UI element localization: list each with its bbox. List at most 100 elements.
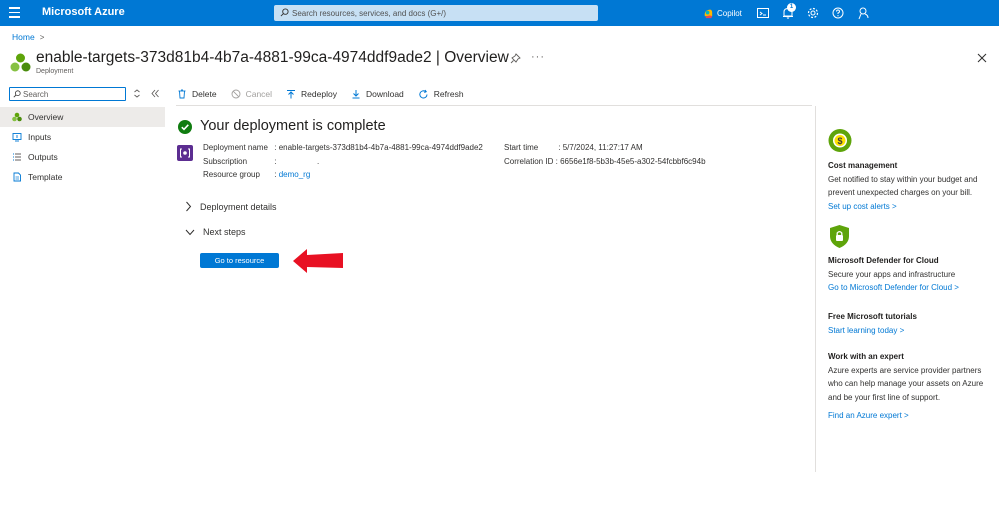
- tutorials-link[interactable]: Start learning today >: [828, 324, 993, 338]
- expand-collapse-icon[interactable]: [133, 89, 141, 98]
- search-icon: [280, 8, 289, 17]
- detail-key: Correlation ID: [504, 157, 554, 166]
- redeploy-label: Redeploy: [301, 89, 337, 99]
- breadcrumb: Home >: [12, 32, 44, 42]
- cost-management-text: Get notified to stay within your budget …: [828, 174, 978, 184]
- hamburger-menu-icon[interactable]: [9, 7, 20, 19]
- cancel-label: Cancel: [245, 89, 273, 99]
- sidebar-item-overview[interactable]: Overview: [0, 107, 165, 127]
- expert-text: and be your first line of support.: [828, 392, 941, 402]
- search-icon: [13, 90, 21, 98]
- copilot-icon: [704, 9, 713, 18]
- defender-card: Microsoft Defender for Cloud Secure your…: [828, 254, 993, 295]
- cancel-icon: [231, 89, 241, 99]
- cancel-button[interactable]: Cancel: [231, 89, 272, 99]
- download-icon: [352, 90, 360, 99]
- delete-button[interactable]: Delete: [177, 89, 217, 99]
- chevron-right-icon: [186, 201, 192, 212]
- sidebar-item-label: Inputs: [28, 132, 52, 142]
- sidebar-item-outputs[interactable]: Outputs: [0, 147, 165, 167]
- detail-key: Subscription: [203, 157, 248, 166]
- cost-management-icon: $: [828, 129, 852, 152]
- nav-search-input[interactable]: [23, 88, 123, 100]
- detail-subscription: Subscription : .: [203, 157, 319, 166]
- refresh-label: Refresh: [433, 89, 464, 99]
- overview-icon: [12, 112, 22, 122]
- next-steps-label: Next steps: [203, 227, 246, 237]
- cost-management-text: prevent unexpected charges on your bill.: [828, 188, 973, 197]
- detail-start-time: Start time : 5/7/2024, 11:27:17 AM: [504, 143, 643, 152]
- toolbar-divider: [176, 105, 812, 106]
- sidebar-item-label: Outputs: [28, 152, 58, 162]
- expert-text: Azure experts are service provider partn…: [828, 365, 982, 375]
- gear-icon[interactable]: [806, 6, 820, 20]
- notification-badge: 1: [787, 3, 796, 12]
- top-bar: Microsoft Azure Copilot 1: [0, 0, 999, 26]
- detail-value: 6656e1f8-5b3b-45e5-a302-54fcbbf6c94b: [560, 157, 706, 166]
- detail-key: Resource group: [203, 170, 260, 179]
- more-options-icon[interactable]: ···: [531, 51, 545, 63]
- chevron-down-icon: [185, 229, 195, 235]
- red-arrow-annotation-icon: [293, 249, 343, 273]
- expert-card: Work with an expert Azure experts are se…: [828, 350, 993, 423]
- sidebar-item-inputs[interactable]: Inputs: [0, 127, 165, 147]
- collapse-menu-icon[interactable]: [151, 89, 159, 98]
- detail-sep: :: [274, 143, 277, 152]
- copilot-label: Copilot: [717, 8, 742, 18]
- close-icon[interactable]: [977, 53, 987, 63]
- detail-key: Deployment name: [203, 143, 268, 152]
- defender-link[interactable]: Go to Microsoft Defender for Cloud >: [828, 281, 993, 295]
- defender-text: Secure your apps and infrastructure: [828, 269, 956, 279]
- deployment-status-heading: Your deployment is complete: [200, 118, 386, 134]
- sidebar-item-label: Template: [28, 172, 63, 182]
- detail-correlation-id: Correlation ID : 6656e1f8-5b3b-45e5-a302…: [504, 157, 706, 166]
- feedback-icon[interactable]: [856, 6, 870, 20]
- help-icon[interactable]: [831, 6, 845, 20]
- sidebar-item-template[interactable]: Template: [0, 167, 165, 187]
- download-button[interactable]: Download: [351, 89, 404, 99]
- pin-icon[interactable]: [510, 53, 521, 64]
- deployment-details-toggle[interactable]: Deployment details: [185, 201, 277, 212]
- detail-key: Start time: [504, 143, 539, 152]
- breadcrumb-separator: >: [39, 32, 45, 42]
- detail-value: enable-targets-373d81b4-4b7a-4881-99ca-4…: [278, 143, 483, 152]
- detail-sep: :: [274, 170, 277, 179]
- svg-text:$: $: [837, 136, 842, 146]
- copilot-button[interactable]: Copilot: [703, 6, 742, 20]
- outputs-icon: [12, 152, 22, 162]
- deployment-resource-icon: [177, 145, 193, 161]
- redeploy-icon: [287, 90, 296, 99]
- detail-sep: :: [274, 157, 277, 166]
- brand-title[interactable]: Microsoft Azure: [42, 6, 125, 18]
- deployment-details-label: Deployment details: [200, 201, 277, 212]
- cost-management-card: Cost management Get notified to stay wit…: [828, 159, 993, 213]
- cloud-shell-icon[interactable]: [756, 6, 770, 20]
- refresh-button[interactable]: Refresh: [418, 89, 464, 100]
- tutorials-card: Free Microsoft tutorials Start learning …: [828, 310, 993, 337]
- success-check-icon: [178, 120, 192, 134]
- global-search-input[interactable]: [292, 6, 592, 20]
- detail-resource-group: Resource group : demo_rg: [203, 170, 310, 179]
- redeploy-button[interactable]: Redeploy: [286, 89, 337, 99]
- expert-text: who can help manage your assets on Azure: [828, 379, 984, 388]
- cost-management-title: Cost management: [828, 161, 898, 170]
- next-steps-toggle[interactable]: Next steps: [185, 227, 246, 237]
- page-subtitle: Deployment: [36, 68, 74, 75]
- defender-title: Microsoft Defender for Cloud: [828, 256, 939, 265]
- template-icon: [12, 172, 22, 182]
- nav-search[interactable]: [9, 87, 126, 101]
- resource-group-link[interactable]: demo_rg: [279, 170, 311, 179]
- expert-link[interactable]: Find an Azure expert >: [828, 409, 993, 423]
- breadcrumb-home[interactable]: Home: [12, 32, 35, 42]
- cost-alerts-link[interactable]: Set up cost alerts >: [828, 200, 993, 214]
- deployment-icon: [10, 53, 31, 72]
- go-to-resource-button[interactable]: Go to resource: [200, 253, 279, 268]
- detail-deployment-name: Deployment name : enable-targets-373d81b…: [203, 143, 483, 152]
- detail-value: .: [316, 157, 320, 166]
- global-search[interactable]: [274, 5, 598, 21]
- download-label: Download: [365, 89, 404, 99]
- detail-sep: :: [555, 157, 558, 166]
- right-panel-divider: [815, 106, 816, 472]
- command-bar: Delete Cancel Redeploy Download Refresh: [177, 86, 478, 102]
- inputs-icon: [12, 132, 22, 142]
